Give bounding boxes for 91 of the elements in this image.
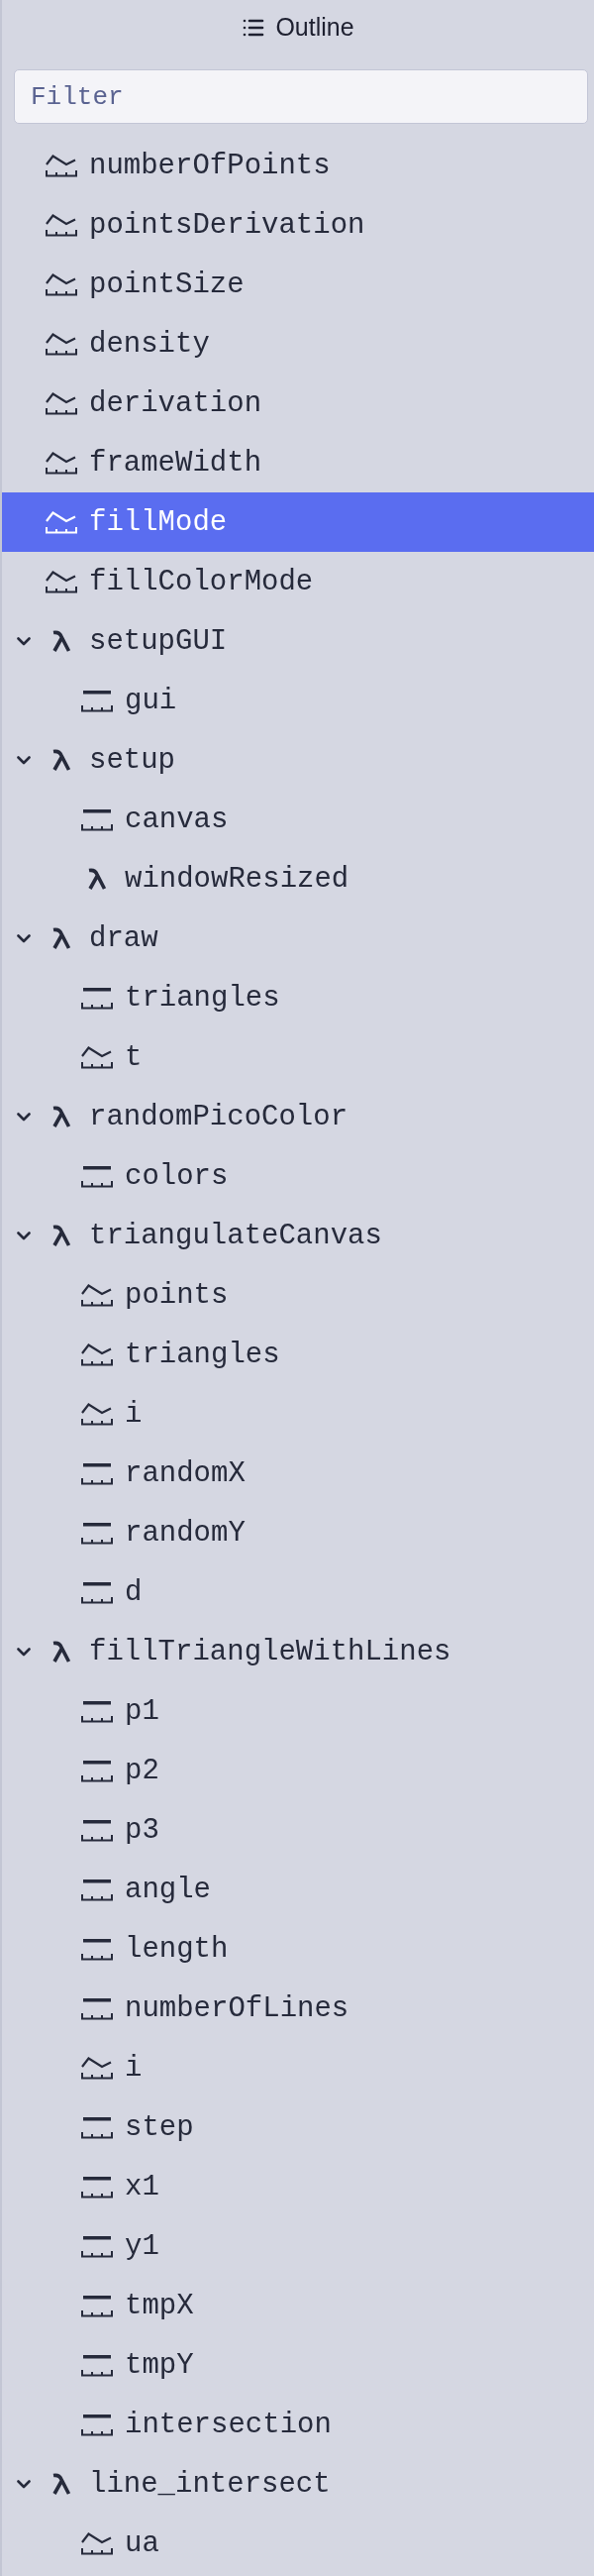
bar-ruler-icon [81, 689, 113, 712]
outline-item[interactable]: ua [2, 2514, 594, 2573]
bar-ruler-icon [81, 2353, 113, 2377]
outline-item[interactable]: x1 [2, 2157, 594, 2216]
outline-item[interactable]: randomX [2, 1444, 594, 1503]
chevron-icon[interactable] [17, 2479, 31, 2489]
bar-ruler-icon [81, 1461, 113, 1485]
wave-ruler-icon [46, 213, 77, 237]
lambda-icon [87, 868, 107, 890]
bar-ruler-icon [81, 2413, 113, 2436]
outline-item[interactable]: step [2, 2097, 594, 2157]
lambda-icon [51, 749, 71, 771]
outline-item[interactable]: points [2, 1265, 594, 1325]
outline-item[interactable]: triangles [2, 1325, 594, 1384]
wave-ruler-icon [81, 1402, 113, 1426]
outline-item[interactable]: windowResized [2, 849, 594, 909]
outline-item[interactable]: i [2, 1384, 594, 1444]
outline-item[interactable]: line_intersect [2, 2454, 594, 2514]
wave-ruler-icon [46, 332, 77, 356]
filter-field[interactable]: Filter [14, 69, 588, 124]
wave-ruler-icon [46, 391, 77, 415]
chevron-icon[interactable] [17, 636, 31, 646]
outline-item[interactable]: density [2, 314, 594, 374]
outline-item[interactable]: i [2, 2038, 594, 2097]
wave-ruler-icon [46, 570, 77, 593]
bar-ruler-icon [81, 2234, 113, 2258]
lambda-icon [51, 927, 71, 949]
outline-item[interactable]: pointSize [2, 255, 594, 314]
chevron-icon[interactable] [17, 755, 31, 765]
outline-item[interactable]: fillMode [2, 492, 594, 552]
bar-ruler-icon [81, 1937, 113, 1961]
bar-ruler-icon [81, 2175, 113, 2199]
outline-item[interactable]: fillTriangleWithLines [2, 1622, 594, 1681]
outline-item[interactable]: p2 [2, 1741, 594, 1800]
outline-item[interactable]: setupGUI [2, 611, 594, 671]
wave-ruler-icon [81, 1045, 113, 1069]
lambda-icon [51, 2473, 71, 2495]
outline-item[interactable]: y1 [2, 2216, 594, 2276]
bar-ruler-icon [81, 986, 113, 1010]
outline-item[interactable]: triangles [2, 968, 594, 1027]
chevron-icon[interactable] [17, 1231, 31, 1240]
bar-ruler-icon [81, 1818, 113, 1842]
chevron-icon[interactable] [17, 933, 31, 943]
lambda-icon [51, 1106, 71, 1127]
lambda-icon [51, 1225, 71, 1246]
outline-item[interactable]: canvas [2, 790, 594, 849]
chevron-icon[interactable] [17, 1647, 31, 1657]
wave-ruler-icon [81, 2056, 113, 2080]
outline-item[interactable]: draw [2, 909, 594, 968]
outline-item[interactable]: t [2, 1027, 594, 1087]
lambda-icon [51, 1641, 71, 1663]
bar-ruler-icon [81, 2115, 113, 2139]
outline-item[interactable]: setup [2, 730, 594, 790]
outline-item[interactable]: frameWidth [2, 433, 594, 492]
bar-ruler-icon [81, 807, 113, 831]
bar-ruler-icon [81, 1878, 113, 1901]
bar-ruler-icon [81, 1521, 113, 1545]
outline-item[interactable]: randomPicoColor [2, 1087, 594, 1146]
chevron-icon[interactable] [17, 1112, 31, 1122]
bar-ruler-icon [81, 1996, 113, 2020]
outline-item[interactable]: tmpY [2, 2335, 594, 2395]
wave-ruler-icon [46, 272, 77, 296]
outline-item[interactable]: p3 [2, 1800, 594, 1860]
bar-ruler-icon [81, 1164, 113, 1188]
outline-item[interactable]: triangulateCanvas [2, 1206, 594, 1265]
lambda-icon [51, 630, 71, 652]
outline-item[interactable]: pointsDerivation [2, 195, 594, 255]
outline-item[interactable]: randomY [2, 1503, 594, 1562]
wave-ruler-icon [81, 1283, 113, 1307]
bar-ruler-icon [81, 1699, 113, 1723]
wave-ruler-icon [46, 510, 77, 534]
outline-item[interactable]: length [2, 1919, 594, 1979]
outline-item[interactable]: colors [2, 1146, 594, 1206]
wave-ruler-icon [81, 1342, 113, 1366]
outline-item[interactable]: fillColorMode [2, 552, 594, 611]
outline-item[interactable]: numberOfLines [2, 1979, 594, 2038]
outline-item[interactable]: angle [2, 1860, 594, 1919]
wave-ruler-icon [46, 154, 77, 177]
bar-ruler-icon [81, 2294, 113, 2317]
panel-title: Outline [275, 13, 354, 42]
wave-ruler-icon [81, 2531, 113, 2555]
outline-item[interactable]: p1 [2, 1681, 594, 1741]
bar-ruler-icon [81, 1580, 113, 1604]
outline-item[interactable]: d [2, 1562, 594, 1622]
outline-item[interactable]: tmpX [2, 2276, 594, 2335]
bar-ruler-icon [81, 1759, 113, 1782]
wave-ruler-icon [46, 451, 77, 475]
outline-item[interactable]: derivation [2, 374, 594, 433]
outline-item[interactable]: intersection [2, 2395, 594, 2454]
outline-item[interactable]: numberOfPoints [2, 136, 594, 195]
outline-item[interactable]: gui [2, 671, 594, 730]
